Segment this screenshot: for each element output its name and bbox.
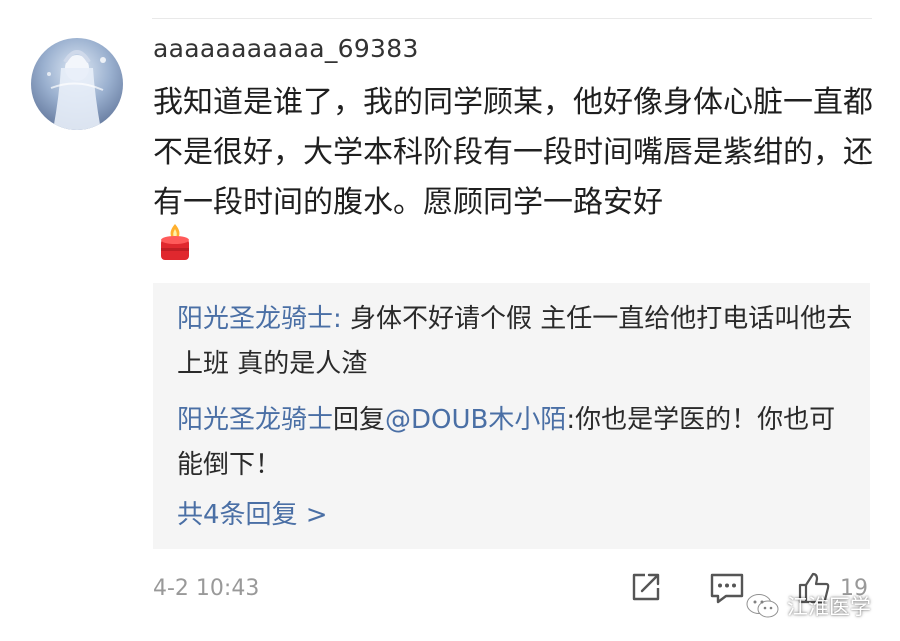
wechat-icon	[746, 594, 779, 618]
comment-timestamp: 4-2 10:43	[153, 576, 260, 601]
reply-word: 回复	[333, 405, 386, 435]
share-icon	[632, 573, 660, 601]
reply-separator: :	[333, 304, 351, 334]
comment-body: 我知道是谁了，我的同学顾某，他好像身体心脏一直都不是很好，大学本科阶段有一段时间…	[153, 85, 873, 220]
watermark-text: 江淮医学	[787, 595, 871, 619]
avatar[interactable]	[31, 38, 123, 130]
more-replies-link[interactable]: 共4条回复 >	[177, 495, 328, 535]
reply-button[interactable]	[708, 570, 746, 608]
reply-item: 阳光圣龙骑士回复@DOUB木小陌:你也是学医的！你也可能倒下！	[177, 398, 857, 488]
candle-icon	[158, 222, 192, 262]
reply-mention[interactable]: @DOUB木小陌	[385, 405, 566, 435]
reply-author[interactable]: 阳光圣龙骑士	[177, 304, 333, 334]
reply-author[interactable]: 阳光圣龙骑士	[177, 405, 333, 435]
comment-icon	[710, 573, 744, 604]
reply-item: 阳光圣龙骑士: 身体不好请个假 主任一直给他打电话叫他去上班 真的是人渣	[177, 297, 857, 387]
avatar-illustration	[47, 50, 106, 130]
watermark: 江淮医学	[745, 586, 871, 626]
top-divider	[152, 18, 872, 19]
share-button[interactable]	[629, 570, 663, 608]
reply-separator: :	[566, 405, 576, 435]
replies-panel: 阳光圣龙骑士: 身体不好请个假 主任一直给他打电话叫他去上班 真的是人渣 阳光圣…	[153, 283, 870, 549]
comment-username[interactable]: aaaaaaaaaaa_69383	[153, 34, 419, 63]
